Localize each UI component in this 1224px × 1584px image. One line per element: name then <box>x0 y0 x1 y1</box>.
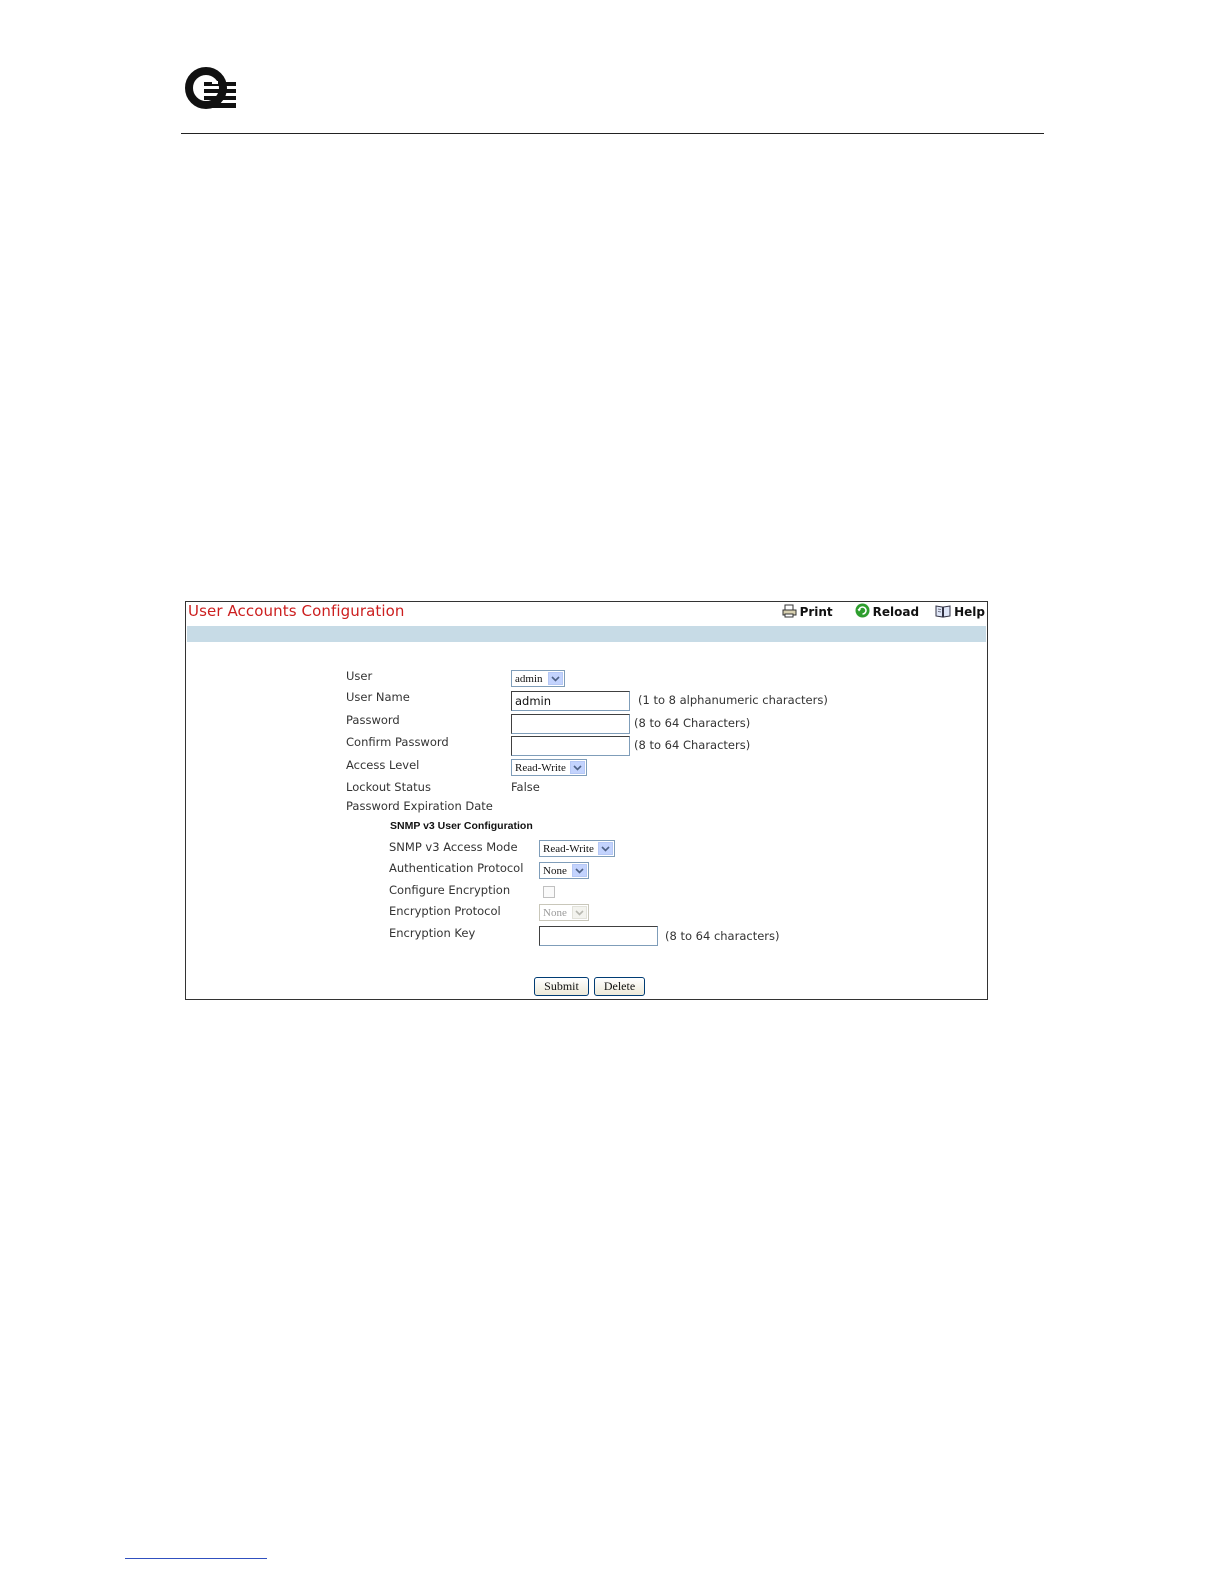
section-header-bar <box>187 626 986 642</box>
password-input[interactable] <box>511 714 630 734</box>
chevron-down-icon <box>572 906 587 919</box>
chevron-down-icon <box>570 761 585 774</box>
lockout-status-value: False <box>511 780 540 794</box>
auth-protocol-select[interactable]: None <box>539 862 589 879</box>
snmp-access-mode-value: Read-Write <box>543 842 594 855</box>
print-button[interactable]: Print <box>782 603 833 621</box>
password-hint: (8 to 64 Characters) <box>634 716 751 730</box>
user-select[interactable]: admin <box>511 670 565 687</box>
encryption-key-input[interactable] <box>539 926 658 946</box>
reload-icon <box>855 603 873 621</box>
help-label: Help <box>954 605 985 619</box>
snmp-access-mode-select[interactable]: Read-Write <box>539 840 615 857</box>
company-logo <box>184 64 238 114</box>
chevron-down-icon <box>572 864 587 877</box>
user-name-label: User Name <box>346 690 410 704</box>
user-select-value: admin <box>515 672 543 685</box>
password-label: Password <box>346 713 400 727</box>
access-level-value: Read-Write <box>515 761 566 774</box>
reload-button[interactable]: Reload <box>855 603 919 621</box>
encryption-key-hint: (8 to 64 characters) <box>665 929 780 943</box>
submit-button[interactable]: Submit <box>534 977 589 996</box>
access-level-label: Access Level <box>346 758 420 772</box>
confirm-password-input[interactable] <box>511 736 630 756</box>
snmp-access-mode-label: SNMP v3 Access Mode <box>389 840 518 854</box>
password-expiration-label: Password Expiration Date <box>346 799 493 813</box>
auth-protocol-label: Authentication Protocol <box>389 861 524 875</box>
toolbar: Print Reload Help <box>782 603 985 621</box>
header-divider <box>181 133 1044 134</box>
encryption-key-label: Encryption Key <box>389 926 476 940</box>
snmp-section-heading: SNMP v3 User Configuration <box>390 820 533 832</box>
chevron-down-icon <box>548 672 563 685</box>
help-book-icon <box>935 604 954 621</box>
configure-encryption-label: Configure Encryption <box>389 883 511 897</box>
encryption-protocol-value: None <box>543 906 567 919</box>
configure-encryption-checkbox[interactable] <box>543 886 555 898</box>
encryption-protocol-select[interactable]: None <box>539 904 589 921</box>
page-title: User Accounts Configuration <box>188 602 405 620</box>
lockout-status-label: Lockout Status <box>346 780 431 794</box>
reload-label: Reload <box>872 605 920 619</box>
printer-icon <box>782 604 800 621</box>
delete-button[interactable]: Delete <box>594 977 645 996</box>
help-button[interactable]: Help <box>935 603 985 621</box>
footer-link-underline[interactable] <box>125 1558 267 1559</box>
confirm-password-label: Confirm Password <box>346 735 449 749</box>
encryption-protocol-label: Encryption Protocol <box>389 904 501 918</box>
confirm-password-hint: (8 to 64 Characters) <box>634 738 751 752</box>
auth-protocol-value: None <box>543 864 567 877</box>
user-accounts-panel: User Accounts Configuration Print Reload… <box>185 601 988 1000</box>
chevron-down-icon <box>598 842 613 855</box>
print-label: Print <box>799 605 833 619</box>
access-level-select[interactable]: Read-Write <box>511 759 587 776</box>
user-label: User <box>346 669 373 683</box>
user-name-hint: (1 to 8 alphanumeric characters) <box>638 693 828 707</box>
user-name-input[interactable]: admin <box>511 691 630 711</box>
